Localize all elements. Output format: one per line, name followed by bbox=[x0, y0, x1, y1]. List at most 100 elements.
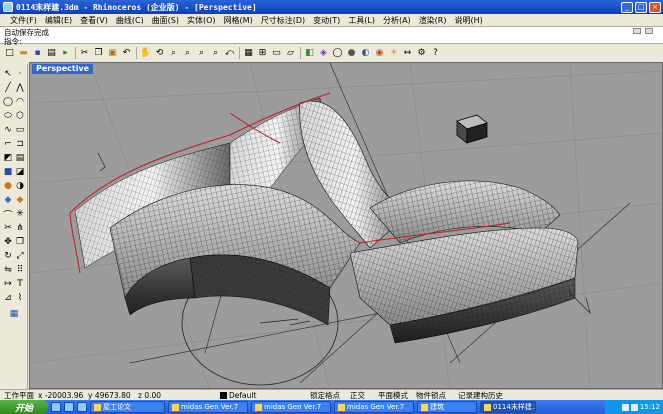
copy-icon[interactable]: ❐ bbox=[92, 47, 105, 60]
rotate-view-icon[interactable]: ⟲ bbox=[153, 47, 166, 60]
analyze-icon[interactable]: ⊿ bbox=[2, 292, 14, 304]
menu-file[interactable]: 文件(F) bbox=[6, 15, 41, 26]
taskbar-item[interactable]: midas Gen Ver.7 bbox=[168, 401, 248, 413]
surface-icon[interactable]: ◩ bbox=[2, 152, 14, 164]
menu-mesh[interactable]: 网格(M) bbox=[220, 15, 257, 26]
pan-hand-icon[interactable]: ✋ bbox=[139, 47, 152, 60]
zoom-selected-icon[interactable]: ⌕ bbox=[209, 47, 222, 60]
reference-cube[interactable] bbox=[456, 114, 488, 144]
text-icon[interactable]: T bbox=[14, 278, 26, 290]
distance-icon[interactable]: ↔ bbox=[401, 47, 414, 60]
wireframe-icon[interactable]: ◯ bbox=[331, 47, 344, 60]
paste-icon[interactable]: ▣ bbox=[106, 47, 119, 60]
panel-close-icon[interactable] bbox=[645, 28, 653, 34]
rectangle-icon[interactable]: ▭ bbox=[14, 124, 26, 136]
revolve-icon[interactable]: ◑ bbox=[14, 180, 26, 192]
menu-view[interactable]: 查看(V) bbox=[76, 15, 112, 26]
taskbar-item[interactable]: 建筑 bbox=[417, 401, 477, 413]
cplane-icon[interactable]: ▱ bbox=[284, 47, 297, 60]
arc-icon[interactable]: ◠ bbox=[14, 96, 26, 108]
viewport-label[interactable]: Perspective bbox=[32, 64, 94, 74]
offset-icon[interactable]: ⊐ bbox=[14, 138, 26, 150]
undo-view-icon[interactable]: ⤺ bbox=[223, 47, 236, 60]
viewport-canvas[interactable] bbox=[30, 63, 663, 389]
menu-render[interactable]: 渲染(R) bbox=[415, 15, 451, 26]
quicklaunch-media-icon[interactable] bbox=[77, 402, 87, 412]
polygon-icon[interactable]: ⬡ bbox=[14, 110, 26, 122]
mirror-icon[interactable]: ⇋ bbox=[2, 264, 14, 276]
volume-icon[interactable] bbox=[630, 403, 638, 411]
shaded-icon[interactable]: ● bbox=[345, 47, 358, 60]
minimize-button[interactable]: _ bbox=[621, 1, 633, 13]
rotate-icon[interactable]: ↻ bbox=[2, 250, 14, 262]
options-icon[interactable]: ⚙ bbox=[415, 47, 428, 60]
fillet-icon[interactable]: ⌐ bbox=[2, 138, 14, 150]
dimension-icon[interactable]: ↦ bbox=[2, 278, 14, 290]
toggle-ortho[interactable]: 正交 bbox=[350, 390, 378, 401]
quicklaunch-ie-icon[interactable] bbox=[51, 402, 61, 412]
save-icon[interactable]: ▪ bbox=[31, 47, 44, 60]
import-icon[interactable]: ▸ bbox=[59, 47, 72, 60]
menu-curve[interactable]: 曲线(C) bbox=[112, 15, 148, 26]
select-arrow-icon[interactable]: ↖ bbox=[2, 68, 14, 80]
menu-tools[interactable]: 工具(L) bbox=[344, 15, 379, 26]
quicklaunch-desktop-icon[interactable] bbox=[64, 402, 74, 412]
curvature-icon[interactable]: ⌇ bbox=[14, 292, 26, 304]
menu-dimension[interactable]: 尺寸标注(D) bbox=[257, 15, 309, 26]
menu-edit[interactable]: 编辑(E) bbox=[41, 15, 76, 26]
zoom-icon[interactable]: ⌕ bbox=[167, 47, 180, 60]
properties-icon[interactable]: ◈ bbox=[317, 47, 330, 60]
move-icon[interactable]: ✥ bbox=[2, 236, 14, 248]
polyline-icon[interactable]: ⋀ bbox=[14, 82, 26, 94]
point-icon[interactable]: · bbox=[14, 68, 26, 80]
menu-transform[interactable]: 变动(T) bbox=[309, 15, 344, 26]
taskbar-item[interactable]: midas Gen Ver.7 bbox=[251, 401, 331, 413]
status-layer[interactable]: Default bbox=[220, 391, 310, 400]
sphere-icon[interactable]: ● bbox=[2, 180, 14, 192]
trim-icon[interactable]: ✂ bbox=[2, 222, 14, 234]
taskbar-item[interactable]: 屋工论文 bbox=[90, 401, 165, 413]
toggle-snap[interactable]: 锁定格点 bbox=[310, 390, 350, 401]
boolean-union-icon[interactable]: ◆ bbox=[14, 194, 26, 206]
menu-help[interactable]: 说明(H) bbox=[451, 15, 487, 26]
print-icon[interactable]: ▤ bbox=[45, 47, 58, 60]
line-icon[interactable]: ╱ bbox=[2, 82, 14, 94]
rendered-icon[interactable]: ◐ bbox=[359, 47, 372, 60]
undo-icon[interactable]: ↶ bbox=[120, 47, 133, 60]
toggle-osnap[interactable]: 物件锁点 bbox=[416, 390, 458, 401]
light-icon[interactable]: ☀ bbox=[387, 47, 400, 60]
zoom-extents-icon[interactable]: ⌕ bbox=[195, 47, 208, 60]
cut-icon[interactable]: ✂ bbox=[78, 47, 91, 60]
panel-restore-icon[interactable] bbox=[633, 28, 641, 34]
network-icon[interactable] bbox=[621, 403, 629, 411]
loft-icon[interactable]: ◪ bbox=[14, 166, 26, 178]
taskbar-item[interactable]: midas Gen Ver.7 bbox=[334, 401, 414, 413]
zoom-window-icon[interactable]: ⌕ bbox=[181, 47, 194, 60]
menu-surface[interactable]: 曲面(S) bbox=[148, 15, 183, 26]
split-icon[interactable]: ⋔ bbox=[14, 222, 26, 234]
render-tool-icon[interactable]: ▦ bbox=[8, 308, 20, 320]
maximize-button[interactable]: □ bbox=[635, 1, 647, 13]
curve-icon[interactable]: ∿ bbox=[2, 124, 14, 136]
join-icon[interactable]: ⌒ bbox=[2, 208, 14, 221]
mesh-icon[interactable]: ◆ bbox=[2, 194, 14, 206]
four-viewports-icon[interactable]: ⊞ bbox=[256, 47, 269, 60]
toggle-planar[interactable]: 平面模式 bbox=[378, 390, 416, 401]
layer-icon[interactable]: ◧ bbox=[303, 47, 316, 60]
start-button[interactable]: 开始 bbox=[0, 400, 48, 414]
viewport-icon[interactable]: ▭ bbox=[270, 47, 283, 60]
grid-icon[interactable]: ▦ bbox=[242, 47, 255, 60]
perspective-viewport[interactable]: Perspective bbox=[29, 62, 663, 389]
taskbar-item-active[interactable]: 0114末样建.3dm bbox=[480, 401, 536, 413]
explode-icon[interactable]: ✳ bbox=[14, 208, 26, 220]
circle-icon[interactable]: ◯ bbox=[2, 96, 14, 108]
scale-icon[interactable]: ⤢ bbox=[14, 250, 26, 262]
toggle-history[interactable]: 记录建构历史 bbox=[458, 390, 503, 401]
command-area[interactable]: 自动保存完成 指令: bbox=[0, 26, 663, 46]
extrude-icon[interactable]: ▤ bbox=[14, 152, 26, 164]
close-button[interactable]: × bbox=[649, 1, 661, 13]
open-file-icon[interactable]: ▬ bbox=[17, 47, 30, 60]
array-icon[interactable]: ⠿ bbox=[14, 264, 26, 276]
building-model[interactable] bbox=[74, 97, 579, 344]
menu-solid[interactable]: 实体(O) bbox=[183, 15, 220, 26]
